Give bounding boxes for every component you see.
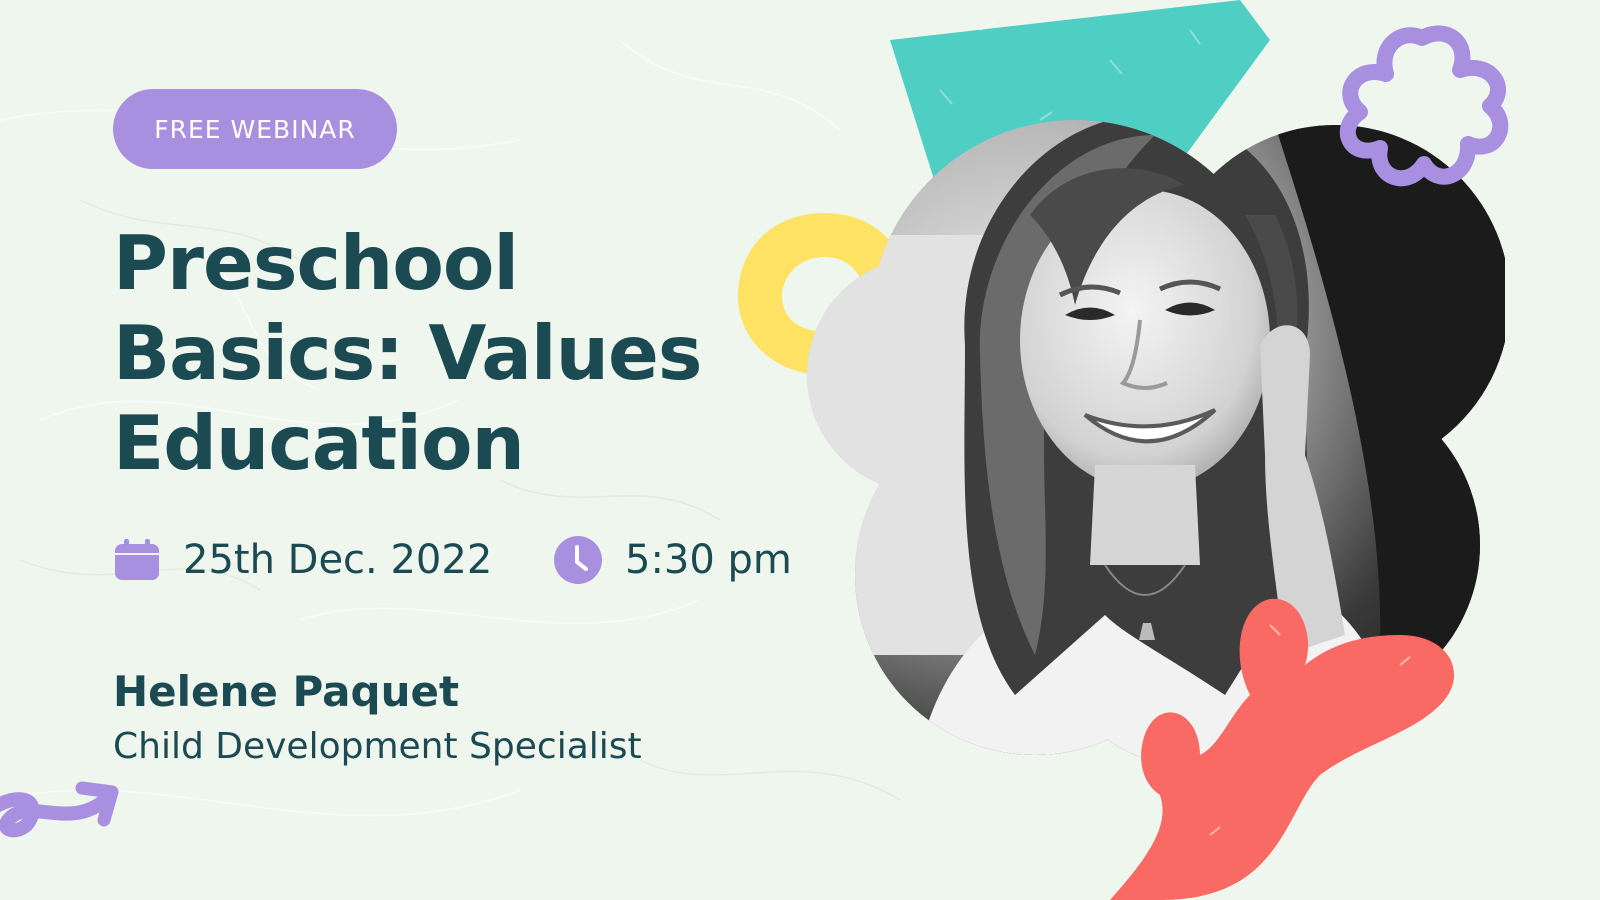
event-time: 5:30 pm bbox=[553, 530, 792, 590]
free-webinar-badge: FREE WEBINAR bbox=[113, 89, 397, 169]
webinar-title: Preschool Basics: Values Education bbox=[113, 218, 753, 488]
title-line-3: Education bbox=[113, 399, 525, 487]
clock-icon bbox=[553, 535, 603, 585]
event-date-text: 25th Dec. 2022 bbox=[183, 537, 493, 583]
calendar-icon bbox=[113, 538, 161, 582]
title-line-1: Preschool bbox=[113, 219, 519, 307]
webinar-banner: FREE WEBINAR Preschool Basics: Values Ed… bbox=[0, 0, 1600, 900]
title-line-2: Basics: Values bbox=[113, 309, 703, 397]
purple-flower-decoration bbox=[1340, 25, 1509, 187]
event-date: 25th Dec. 2022 bbox=[113, 530, 492, 590]
arrow-squiggle-decoration bbox=[0, 781, 119, 838]
speaker-role: Child Development Specialist bbox=[113, 726, 642, 767]
speaker-name: Helene Paquet bbox=[113, 667, 460, 716]
coral-leaf-decoration bbox=[1110, 598, 1455, 900]
event-time-text: 5:30 pm bbox=[625, 537, 792, 583]
badge-label: FREE WEBINAR bbox=[154, 114, 356, 144]
